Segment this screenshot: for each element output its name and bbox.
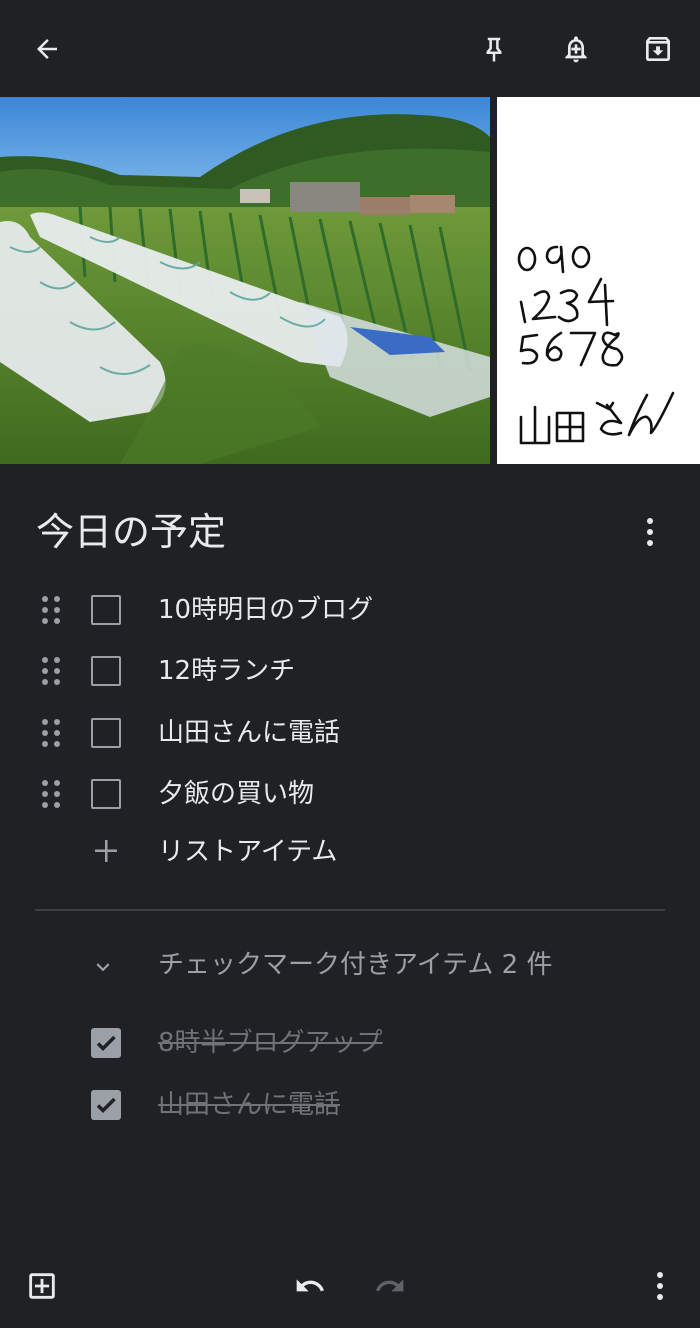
redo-icon xyxy=(376,1279,404,1292)
drag-handle-icon[interactable] xyxy=(40,656,62,686)
archive-button[interactable] xyxy=(634,26,682,72)
checkbox[interactable] xyxy=(91,779,121,809)
divider xyxy=(35,909,665,911)
title-menu-button[interactable] xyxy=(630,512,670,552)
list-item-text[interactable]: 夕飯の買い物 xyxy=(158,775,314,813)
list-item-text[interactable]: 山田さんに電話 xyxy=(158,714,340,752)
more-vert-icon xyxy=(657,1272,663,1300)
field-photo[interactable] xyxy=(0,97,490,464)
checked-item-text[interactable]: 山田さんに電話 xyxy=(158,1086,340,1124)
chevron-down-icon xyxy=(96,963,110,972)
redo-button[interactable] xyxy=(368,1264,412,1308)
drag-handle-icon[interactable] xyxy=(40,779,62,809)
list-item-text[interactable]: 12時ランチ xyxy=(158,652,295,690)
arrow-back-icon xyxy=(37,39,57,59)
top-toolbar xyxy=(0,0,700,96)
undo-icon xyxy=(296,1279,324,1292)
handwritten-drawing[interactable] xyxy=(497,97,700,464)
checkbox[interactable] xyxy=(91,656,121,686)
check-icon xyxy=(96,1035,116,1051)
back-button[interactable] xyxy=(22,26,72,72)
field-photo-image xyxy=(0,97,490,464)
drag-handle-icon[interactable] xyxy=(40,718,62,748)
list-item[interactable]: 10時明日のブログ xyxy=(0,580,700,640)
pin-button[interactable] xyxy=(470,26,518,72)
bell-plus-icon xyxy=(565,36,587,63)
list-item-text[interactable]: 10時明日のブログ xyxy=(158,591,373,629)
checked-items-label: チェックマーク付きアイテム 2 件 xyxy=(158,950,553,980)
checkbox-checked[interactable] xyxy=(91,1090,121,1120)
note-title[interactable]: 今日の予定 xyxy=(36,508,226,556)
more-options-button[interactable] xyxy=(640,1264,680,1308)
checked-list-item[interactable]: 山田さんに電話 xyxy=(0,1075,700,1135)
checked-items-toggle[interactable]: チェックマーク付きアイテム 2 件 xyxy=(0,938,700,994)
check-icon xyxy=(96,1097,116,1113)
add-content-button[interactable] xyxy=(20,1264,64,1308)
add-list-item-label: リストアイテム xyxy=(158,837,338,867)
list-item[interactable]: 12時ランチ xyxy=(0,641,700,701)
undo-button[interactable] xyxy=(288,1264,332,1308)
list-item[interactable]: 夕飯の買い物 xyxy=(0,764,700,824)
attached-images xyxy=(0,97,700,464)
drawing-image xyxy=(517,245,675,445)
add-box-icon xyxy=(29,1273,55,1299)
checkbox[interactable] xyxy=(91,718,121,748)
pin-icon xyxy=(486,37,502,62)
checkbox[interactable] xyxy=(91,595,121,625)
checkbox-checked[interactable] xyxy=(91,1028,121,1058)
drag-handle-icon[interactable] xyxy=(40,595,62,625)
checked-list-item[interactable]: 8時半ブログアップ xyxy=(0,1013,700,1073)
bottom-toolbar xyxy=(0,1250,700,1328)
add-list-item-button[interactable]: リストアイテム xyxy=(0,822,700,882)
list-item[interactable]: 山田さんに電話 xyxy=(0,703,700,763)
archive-icon xyxy=(646,37,670,61)
checked-item-text[interactable]: 8時半ブログアップ xyxy=(158,1024,383,1062)
plus-icon xyxy=(95,840,117,862)
reminder-button[interactable] xyxy=(552,26,600,72)
more-vert-icon xyxy=(647,518,653,546)
